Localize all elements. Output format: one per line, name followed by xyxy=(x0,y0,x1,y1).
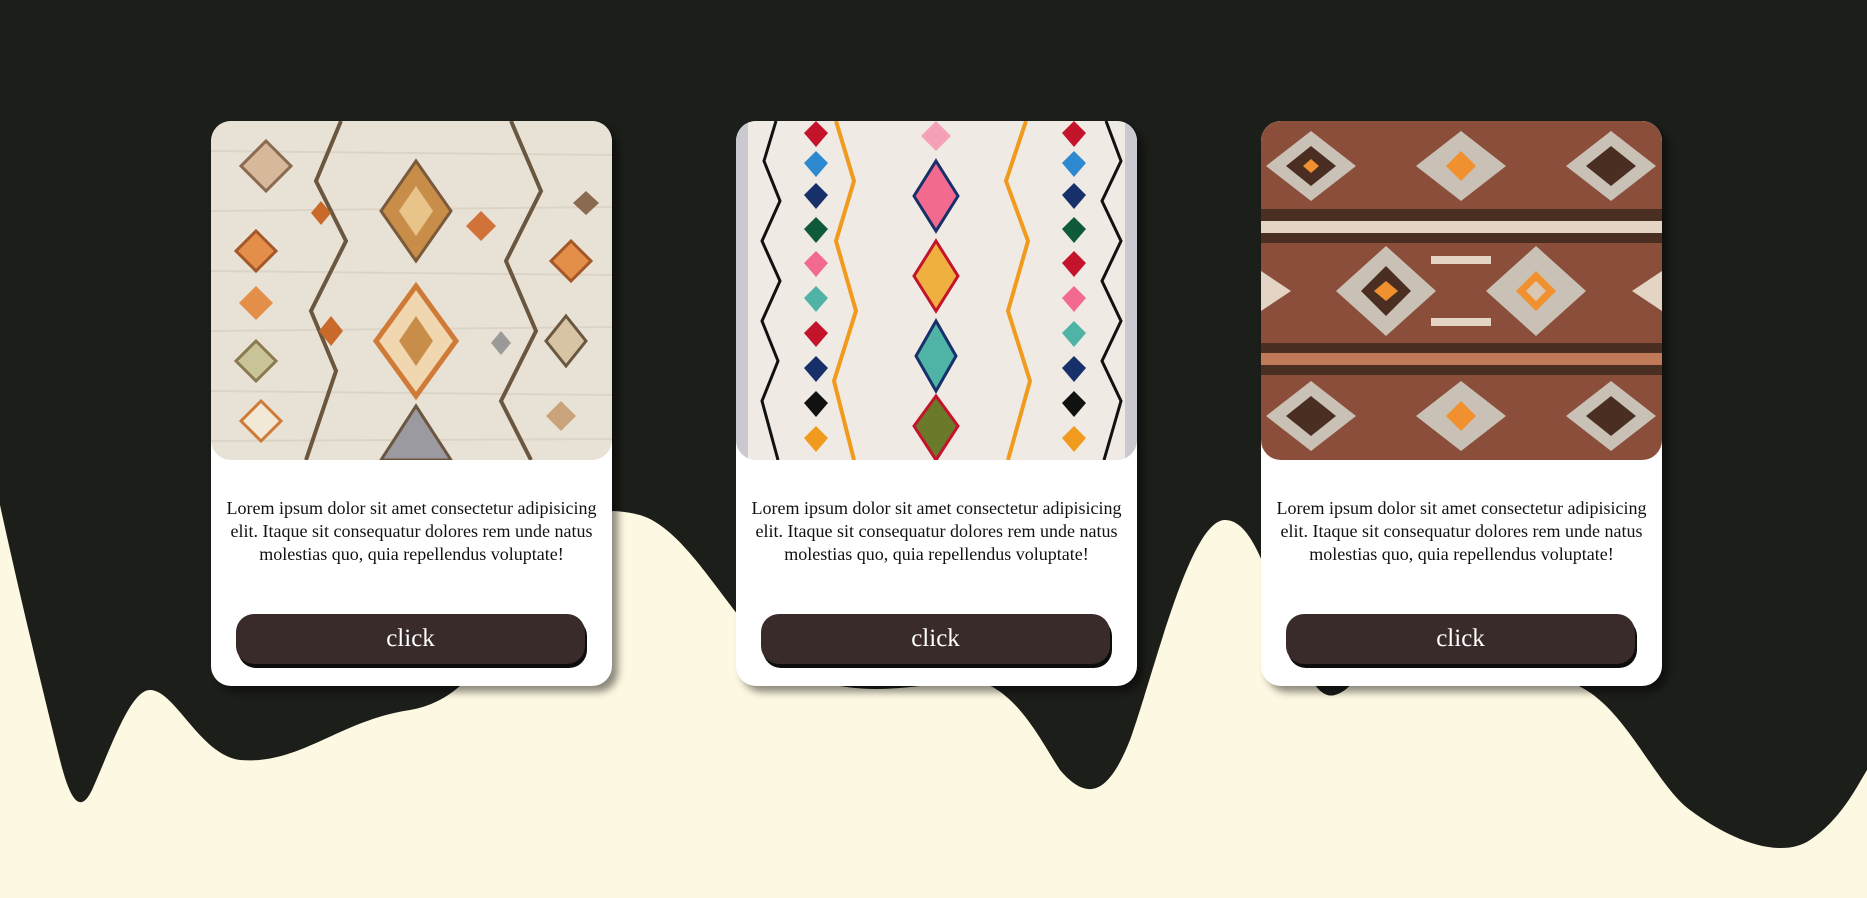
product-card-3: Lorem ipsum dolor sit amet consectetur a… xyxy=(1261,121,1662,686)
white-berber-rug-icon xyxy=(736,121,1137,460)
card-description: Lorem ipsum dolor sit amet consectetur a… xyxy=(1276,498,1647,564)
click-button[interactable]: click xyxy=(761,614,1110,664)
beige-diamond-rug-icon xyxy=(211,121,612,460)
brown-kilim-rug-icon xyxy=(1261,121,1662,460)
page-stage: Lorem ipsum dolor sit amet consectetur a… xyxy=(0,0,1867,898)
brown-kilim-rug-image xyxy=(1261,121,1662,460)
click-button[interactable]: click xyxy=(1286,614,1635,664)
click-button[interactable]: click xyxy=(236,614,585,664)
card-description: Lorem ipsum dolor sit amet consectetur a… xyxy=(751,498,1122,564)
product-card-1: Lorem ipsum dolor sit amet consectetur a… xyxy=(211,121,612,686)
white-berber-rug-image xyxy=(736,121,1137,460)
product-card-2: Lorem ipsum dolor sit amet consectetur a… xyxy=(736,121,1137,686)
card-description: Lorem ipsum dolor sit amet consectetur a… xyxy=(226,498,597,564)
beige-diamond-rug-image xyxy=(211,121,612,460)
